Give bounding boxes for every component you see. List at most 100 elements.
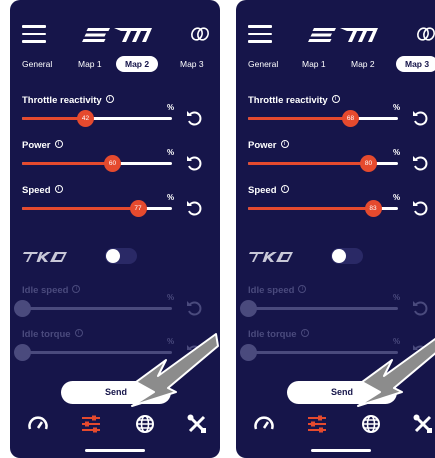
tab-general[interactable]: General <box>22 59 52 69</box>
speed-label: Speed i <box>248 185 289 196</box>
slider-knob <box>240 300 257 317</box>
percent-unit: % <box>393 293 401 302</box>
status-bar <box>10 0 220 22</box>
reset-icon[interactable] <box>185 154 203 172</box>
tab-map-2[interactable]: Map 2 <box>351 59 375 69</box>
slider-knob <box>240 344 257 361</box>
home-indicator <box>311 449 371 452</box>
slider-fill <box>22 207 138 210</box>
info-icon[interactable]: i <box>280 140 289 148</box>
info-icon[interactable]: i <box>54 185 63 193</box>
slider-knob[interactable]: 77 <box>129 200 147 217</box>
reset-icon[interactable] <box>411 199 429 217</box>
throttle-reactivity-label: Throttle reactivity i <box>248 95 340 106</box>
tko-toggle[interactable] <box>331 248 363 264</box>
throttle-reactivity-row: Throttle reactivity i % 42 <box>10 95 220 141</box>
slider-knob <box>14 344 31 361</box>
info-icon: i <box>72 285 81 293</box>
em-logo <box>308 28 378 42</box>
info-icon: i <box>300 329 309 337</box>
phone-screen-left: General Map 1 Map 2 Map 3 Throttle react… <box>10 0 220 458</box>
home-indicator <box>85 449 145 452</box>
slider-knob <box>14 300 31 317</box>
tab-map-2[interactable]: Map 2 <box>116 56 159 72</box>
power-slider[interactable]: 60 <box>22 155 172 172</box>
speedometer-icon[interactable] <box>253 413 275 435</box>
map-tabs: General Map 1 Map 2 Map 3 <box>10 56 220 80</box>
tab-map-3[interactable]: Map 3 <box>396 56 435 72</box>
speed-row: Speed i % 77 <box>10 185 220 231</box>
sliders-icon[interactable] <box>306 413 328 435</box>
percent-unit: % <box>393 103 401 112</box>
speed-slider[interactable]: 83 <box>248 200 398 217</box>
tko-logo <box>249 252 293 262</box>
phone-screen-right: General Map 1 Map 2 Map 3 Throttle react… <box>236 0 435 458</box>
speedometer-icon[interactable] <box>27 413 49 435</box>
slider-fill <box>248 117 350 120</box>
map-tabs: General Map 1 Map 2 Map 3 <box>236 56 435 80</box>
bottom-nav <box>10 413 220 443</box>
power-row: Power i % 80 <box>236 140 435 186</box>
tab-map-3[interactable]: Map 3 <box>180 59 204 69</box>
tko-logo <box>23 252 67 262</box>
reset-icon[interactable] <box>185 109 203 127</box>
tko-toggle[interactable] <box>105 248 137 264</box>
menu-icon[interactable] <box>248 25 272 43</box>
slider-knob[interactable]: 42 <box>77 110 94 127</box>
info-icon[interactable]: i <box>105 95 114 103</box>
power-slider[interactable]: 80 <box>248 155 398 172</box>
tab-map-1[interactable]: Map 1 <box>302 59 326 69</box>
tools-icon[interactable] <box>186 413 208 435</box>
pointer-arrow <box>131 333 219 407</box>
top-bar <box>10 22 220 52</box>
slider-knob[interactable]: 83 <box>364 200 382 217</box>
idle-speed-slider <box>14 300 172 317</box>
speed-slider[interactable]: 77 <box>22 200 172 217</box>
power-label: Power i <box>22 140 63 151</box>
reset-icon[interactable] <box>411 154 429 172</box>
reset-icon <box>413 301 428 316</box>
bottom-nav <box>236 413 435 443</box>
globe-icon[interactable] <box>134 413 156 435</box>
tab-map-1[interactable]: Map 1 <box>78 59 102 69</box>
idle-torque-label: Idle torque i <box>22 329 83 340</box>
throttle-reactivity-slider[interactable]: 42 <box>22 110 172 127</box>
percent-unit: % <box>167 103 175 112</box>
reset-icon[interactable] <box>411 109 429 127</box>
info-icon[interactable]: i <box>331 95 340 103</box>
throttle-reactivity-row: Throttle reactivity i % 68 <box>236 95 435 141</box>
tab-general[interactable]: General <box>248 59 278 69</box>
sliders-icon[interactable] <box>80 413 102 435</box>
percent-unit: % <box>167 193 175 202</box>
em-logo <box>82 28 152 42</box>
tools-icon[interactable] <box>412 413 434 435</box>
power-row: Power i % 60 <box>10 140 220 186</box>
slider-knob[interactable]: 60 <box>104 155 121 172</box>
top-bar <box>236 22 435 52</box>
slider-knob[interactable]: 68 <box>342 110 359 127</box>
reset-icon[interactable] <box>185 199 203 217</box>
slider-knob[interactable]: 80 <box>360 155 377 172</box>
percent-unit: % <box>167 293 175 302</box>
idle-speed-row: Idle speed i % <box>10 285 220 331</box>
slider-fill <box>248 162 368 165</box>
idle-torque-label: Idle torque i <box>248 329 309 340</box>
speed-row: Speed i % 83 <box>236 185 435 231</box>
throttle-reactivity-label: Throttle reactivity i <box>22 95 114 106</box>
idle-speed-slider <box>240 300 398 317</box>
slider-fill <box>22 162 112 165</box>
throttle-reactivity-slider[interactable]: 68 <box>248 110 398 127</box>
menu-icon[interactable] <box>22 25 46 43</box>
link-rings-icon[interactable] <box>190 26 210 42</box>
info-icon[interactable]: i <box>280 185 289 193</box>
idle-speed-label: Idle speed i <box>248 285 307 296</box>
percent-unit: % <box>167 148 175 157</box>
status-bar <box>236 0 435 22</box>
percent-unit: % <box>393 148 401 157</box>
globe-icon[interactable] <box>360 413 382 435</box>
pointer-arrow <box>357 337 435 407</box>
idle-speed-label: Idle speed i <box>22 285 81 296</box>
info-icon[interactable]: i <box>54 140 63 148</box>
link-rings-icon[interactable] <box>416 26 435 42</box>
idle-speed-row: Idle speed i % <box>236 285 435 331</box>
